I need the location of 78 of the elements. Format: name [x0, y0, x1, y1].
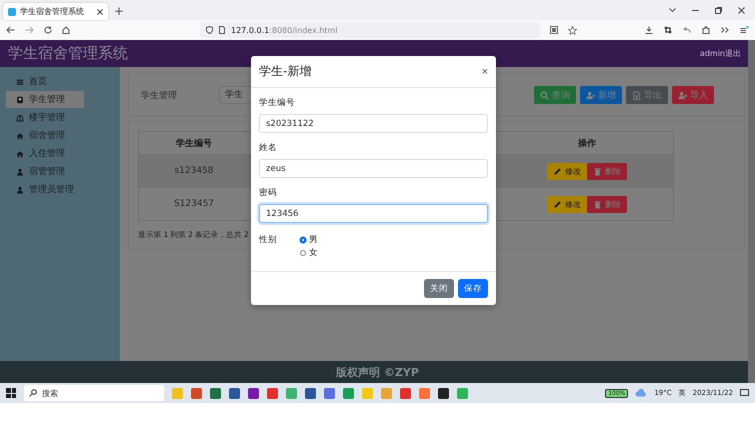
- sidebar-item[interactable]: 楼宇管理: [6, 109, 76, 126]
- notification-icon[interactable]: [740, 389, 749, 397]
- shield-icon: [206, 26, 213, 34]
- app-title: 学生宿舍管理系统: [8, 44, 128, 63]
- back-icon[interactable]: [6, 26, 15, 34]
- download-icon[interactable]: [645, 26, 653, 34]
- favicon-icon: [8, 8, 16, 16]
- start-icon[interactable]: [6, 388, 16, 398]
- radio-label: 女: [309, 247, 318, 259]
- star-icon[interactable]: [568, 26, 577, 34]
- user-icon: [16, 186, 24, 194]
- home-icon[interactable]: [62, 26, 70, 34]
- badge-icon: [16, 96, 24, 104]
- cloud-icon: [635, 389, 648, 397]
- address-bar[interactable]: 127.0.0.1:8080/index.html: [200, 22, 540, 38]
- field-label: 密码: [259, 187, 278, 199]
- scrollbar[interactable]: [748, 40, 755, 383]
- sidebar-item[interactable]: 管理员管理: [6, 181, 84, 198]
- add-user-icon: [678, 90, 687, 100]
- undo-icon[interactable]: [683, 27, 691, 33]
- crop-icon[interactable]: [664, 26, 672, 34]
- radio-button[interactable]: [300, 237, 306, 243]
- reload-icon[interactable]: [44, 26, 52, 34]
- close-button[interactable]: 关闭: [424, 279, 454, 298]
- close-button[interactable]: ×: [482, 66, 488, 78]
- new-tab-button[interactable]: +: [114, 3, 124, 20]
- sidebar-item[interactable]: 入住管理: [6, 145, 76, 162]
- edit-button[interactable]: 修改: [547, 196, 587, 212]
- sidebar-item[interactable]: 宿舍管理: [6, 127, 76, 144]
- edit-button[interactable]: 修改: [547, 162, 587, 180]
- trash-icon: [593, 166, 602, 176]
- dialog-title: 学生-新增: [259, 63, 312, 80]
- search-icon: [29, 389, 37, 397]
- app-icon[interactable]: [305, 388, 316, 398]
- app-icon[interactable]: [229, 388, 240, 398]
- field-label: 学生编号: [259, 97, 296, 109]
- pencil-icon: [553, 200, 562, 208]
- input-field[interactable]: 123456: [259, 204, 488, 223]
- chevron-down-icon[interactable]: [669, 8, 676, 12]
- trash-icon: [593, 200, 602, 208]
- qr-code-icon[interactable]: [550, 26, 558, 34]
- field-label: 性别: [259, 234, 278, 247]
- pencil-icon: [553, 166, 562, 176]
- url-text: 127.0.0.1:8080/index.html: [231, 26, 338, 34]
- save-button[interactable]: 保存: [458, 279, 488, 298]
- extension-icon[interactable]: [702, 26, 710, 34]
- table-cell: S123457: [138, 188, 249, 220]
- input-field[interactable]: zeus: [259, 159, 488, 178]
- field-label: 姓名: [259, 142, 278, 154]
- restore-icon[interactable]: [715, 6, 722, 14]
- logout-link[interactable]: admin退出: [700, 48, 741, 59]
- menu-icon[interactable]: [740, 26, 749, 34]
- search-icon: [540, 90, 549, 100]
- sidebar-item[interactable]: 学生管理: [6, 91, 84, 108]
- app-icon[interactable]: [438, 388, 449, 398]
- radio-label: 男: [309, 234, 318, 246]
- search-label: 学生管理: [141, 90, 178, 102]
- input-field[interactable]: s20231122: [259, 114, 488, 133]
- chevrons-icon[interactable]: [721, 27, 729, 33]
- column-header: 学生编号: [138, 132, 249, 154]
- close-icon[interactable]: [97, 8, 103, 14]
- browser-tab[interactable]: 学生宿舍管理系统: [3, 3, 108, 20]
- sidebar-item[interactable]: 首页: [6, 73, 76, 90]
- bank-icon: [16, 114, 24, 122]
- home-icon: [16, 132, 24, 140]
- file-icon: [632, 90, 641, 100]
- column-header: 操作: [501, 132, 674, 154]
- page-icon: [219, 26, 225, 34]
- user-icon: [16, 168, 24, 176]
- app-icon[interactable]: [248, 388, 259, 398]
- radio-button[interactable]: [300, 250, 306, 256]
- sidebar-item[interactable]: 宿管管理: [6, 163, 76, 180]
- home-icon: [16, 150, 24, 158]
- close-icon[interactable]: [738, 6, 745, 14]
- table-cell: s123458: [138, 154, 249, 188]
- taskbar-search[interactable]: 搜索: [24, 385, 164, 401]
- menu-icon: [16, 78, 24, 86]
- add-user-icon: [586, 90, 595, 100]
